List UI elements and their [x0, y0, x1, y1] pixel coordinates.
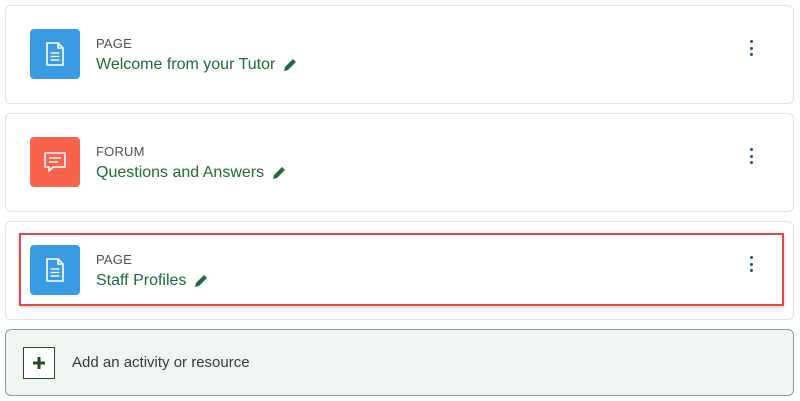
plus-icon: [23, 347, 55, 379]
activity-type-label: PAGE: [96, 36, 132, 51]
activity-item: PAGE Welcome from your Tutor: [5, 5, 794, 104]
activity-item: PAGE Staff Profiles: [5, 221, 794, 320]
activity-type-label: FORUM: [96, 144, 145, 159]
add-activity-label: Add an activity or resource: [72, 354, 250, 371]
page-icon: [30, 29, 80, 79]
page-icon: [30, 245, 80, 295]
actions-menu-kebab-icon[interactable]: [747, 148, 755, 164]
forum-icon: [30, 137, 80, 187]
add-activity-button[interactable]: Add an activity or resource: [5, 329, 794, 396]
activity-item: FORUM Questions and Answers: [5, 113, 794, 212]
activity-title-link[interactable]: Welcome from your Tutor: [96, 56, 275, 74]
edit-title-pencil-icon[interactable]: [272, 166, 286, 180]
edit-title-pencil-icon[interactable]: [283, 58, 297, 72]
activity-title-link[interactable]: Questions and Answers: [96, 164, 264, 182]
actions-menu-kebab-icon[interactable]: [747, 40, 755, 56]
edit-title-pencil-icon[interactable]: [194, 274, 208, 288]
activity-title-link[interactable]: Staff Profiles: [96, 272, 186, 290]
course-section: PAGE Welcome from your Tutor FORUM Quest…: [0, 0, 800, 401]
activity-type-label: PAGE: [96, 252, 132, 267]
actions-menu-kebab-icon[interactable]: [747, 256, 755, 272]
